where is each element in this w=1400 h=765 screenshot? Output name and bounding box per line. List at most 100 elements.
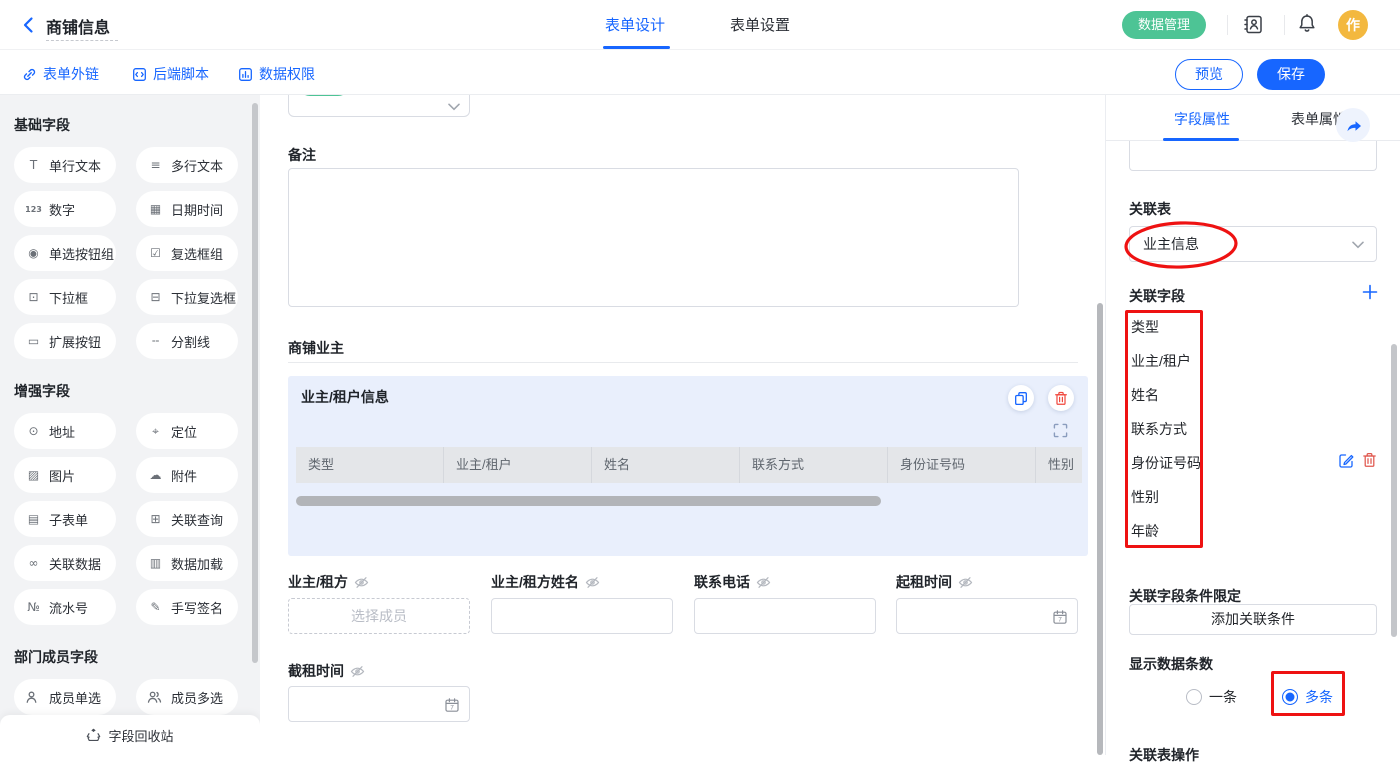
chevron-down-icon [1352, 241, 1364, 249]
field-type-checkbox-group[interactable]: ☑复选框组 [136, 235, 238, 271]
canvas-scrollbar[interactable] [1097, 303, 1103, 755]
condition-limit-label: 关联字段条件限定 [1129, 586, 1241, 606]
field-type-dropdown[interactable]: ⊡下拉框 [14, 279, 116, 315]
field-type-single-line-text[interactable]: T单行文本 [14, 147, 116, 183]
extend-button-icon: ▭ [25, 334, 42, 348]
field-type-image[interactable]: ▨图片 [14, 457, 116, 493]
divider-icon: ╌ [147, 334, 164, 348]
single-line-text-icon: T [25, 158, 42, 172]
lease-end-date-input[interactable]: 7 [288, 686, 470, 722]
related-table-select[interactable]: 业主信息 [1129, 226, 1377, 262]
field-type-multi-line-text[interactable]: ≡多行文本 [136, 147, 238, 183]
data-permission-button[interactable]: 数据权限 [238, 64, 315, 84]
tab-form-design[interactable]: 表单设计 [605, 14, 665, 35]
active-tab-indicator [603, 46, 670, 49]
section-title-enhanced-fields: 增强字段 [14, 381, 246, 401]
form-design-canvas: 闲置 备注 商铺业主 业主/租户信息 类型 业主/租户 姓名 联系方式 身份证号… [260, 95, 1105, 755]
field-type-data-load[interactable]: ▥数据加载 [136, 545, 238, 581]
member-picker-input[interactable]: 选择成员 [288, 598, 470, 634]
panel-scrollbar[interactable] [1391, 344, 1397, 637]
trash-icon [1362, 452, 1377, 468]
field-type-address[interactable]: ⊙地址 [14, 413, 116, 449]
related-field-item[interactable]: 联系方式 [1131, 419, 1187, 439]
data-manage-button[interactable]: 数据管理 [1122, 11, 1206, 39]
edit-related-fields-button[interactable] [1338, 452, 1355, 469]
page-title[interactable]: 商铺信息 [46, 14, 110, 38]
save-button[interactable]: 保存 [1257, 59, 1325, 90]
tab-field-properties[interactable]: 字段属性 [1174, 109, 1230, 129]
tab-form-settings[interactable]: 表单设置 [730, 14, 790, 35]
section-title-basic-fields: 基础字段 [14, 115, 246, 135]
field-type-related-data[interactable]: ∞关联数据 [14, 545, 116, 581]
fullscreen-icon[interactable] [1053, 423, 1068, 438]
cloud-upload-icon: ☁ [147, 468, 164, 482]
preview-button[interactable]: 预览 [1175, 59, 1243, 90]
eye-off-icon [350, 665, 365, 678]
field-library-sidebar: 基础字段 T单行文本 ≡多行文本 123数字 ▦日期时间 ◉单选按钮组 ☑复选框… [0, 95, 260, 755]
form-external-link-button[interactable]: 表单外链 [22, 64, 99, 84]
image-icon: ▨ [25, 468, 42, 482]
locate-target-icon: ⌖ [147, 424, 164, 439]
contacts-icon[interactable] [1243, 14, 1264, 35]
related-field-item[interactable]: 类型 [1131, 317, 1159, 337]
calendar-icon: ▦ [147, 202, 164, 216]
back-icon[interactable] [20, 16, 37, 34]
field-type-attachment[interactable]: ☁附件 [136, 457, 238, 493]
related-field-item[interactable]: 年龄 [1131, 521, 1159, 541]
recycle-icon [86, 728, 101, 742]
radio-icon: ◉ [25, 246, 42, 260]
field-type-serial-number[interactable]: №流水号 [14, 589, 116, 625]
field-type-member-single[interactable]: 成员单选 [14, 679, 116, 715]
owner-renter-field-label: 业主/租方 [288, 572, 369, 592]
sidebar-scrollbar[interactable] [252, 103, 258, 663]
subform-horizontal-scrollbar[interactable] [296, 496, 881, 506]
field-type-member-multi[interactable]: 成员多选 [136, 679, 238, 715]
radio-option-single[interactable]: 一条 [1186, 687, 1237, 707]
field-type-number[interactable]: 123数字 [14, 191, 116, 227]
copy-icon [1014, 391, 1028, 406]
add-condition-button[interactable]: 添加关联条件 [1129, 604, 1377, 635]
copy-button[interactable] [1008, 385, 1034, 411]
divider [1284, 15, 1285, 35]
related-field-item[interactable]: 性别 [1131, 487, 1159, 507]
field-type-location[interactable]: ⌖定位 [136, 413, 238, 449]
radio-option-multiple[interactable]: 多条 [1282, 687, 1333, 707]
related-field-item[interactable]: 业主/租户 [1131, 351, 1191, 371]
avatar[interactable]: 作 [1338, 10, 1368, 40]
column-header: 身份证号码 [888, 447, 1036, 483]
dropdown-icon: ⊡ [25, 290, 42, 304]
contact-phone-input[interactable] [694, 598, 876, 634]
share-button[interactable] [1336, 108, 1370, 142]
add-related-field-button[interactable] [1362, 284, 1378, 300]
related-field-item[interactable]: 姓名 [1131, 385, 1159, 405]
status-select[interactable]: 闲置 [288, 95, 470, 118]
person-icon [25, 690, 42, 704]
field-type-subform[interactable]: ▤子表单 [14, 501, 116, 537]
remark-textarea[interactable] [288, 168, 1019, 307]
delete-button[interactable] [1048, 385, 1074, 411]
share-arrow-icon [1345, 118, 1361, 133]
owner-renter-name-input[interactable] [491, 598, 673, 634]
properties-panel: 字段属性 表单属性 关联表 业主信息 关联字段 类型 业主/租户 姓名 联系方式… [1105, 95, 1400, 755]
related-field-item[interactable]: 身份证号码 [1131, 453, 1201, 473]
subform-owner-tenant-info[interactable]: 业主/租户信息 类型 业主/租户 姓名 联系方式 身份证号码 性别 [288, 376, 1088, 556]
multi-dropdown-icon: ⊟ [147, 290, 164, 304]
field-type-radio-group[interactable]: ◉单选按钮组 [14, 235, 116, 271]
bell-icon[interactable] [1297, 13, 1317, 35]
related-table-ops-label: 关联表操作 [1129, 745, 1199, 765]
backend-script-button[interactable]: 后端脚本 [132, 64, 209, 84]
subform-title: 业主/租户信息 [301, 387, 389, 407]
field-type-datetime[interactable]: ▦日期时间 [136, 191, 238, 227]
app-header: 商铺信息 表单设计 表单设置 数据管理 作 [0, 0, 1400, 50]
field-recycle-bin-button[interactable]: 字段回收站 [0, 715, 260, 755]
delete-related-fields-button[interactable] [1362, 452, 1377, 468]
svg-text:7: 7 [450, 704, 454, 711]
field-type-multi-dropdown[interactable]: ⊟下拉复选框 [136, 279, 238, 315]
field-type-divider[interactable]: ╌分割线 [136, 323, 238, 359]
related-data-icon: ∞ [25, 556, 42, 570]
clipped-text-input[interactable] [1129, 141, 1377, 171]
field-type-related-query[interactable]: ⊞关联查询 [136, 501, 238, 537]
field-type-signature[interactable]: ✎手写签名 [136, 589, 238, 625]
lease-start-date-input[interactable]: 7 [896, 598, 1078, 634]
field-type-extend-button[interactable]: ▭扩展按钮 [14, 323, 116, 359]
